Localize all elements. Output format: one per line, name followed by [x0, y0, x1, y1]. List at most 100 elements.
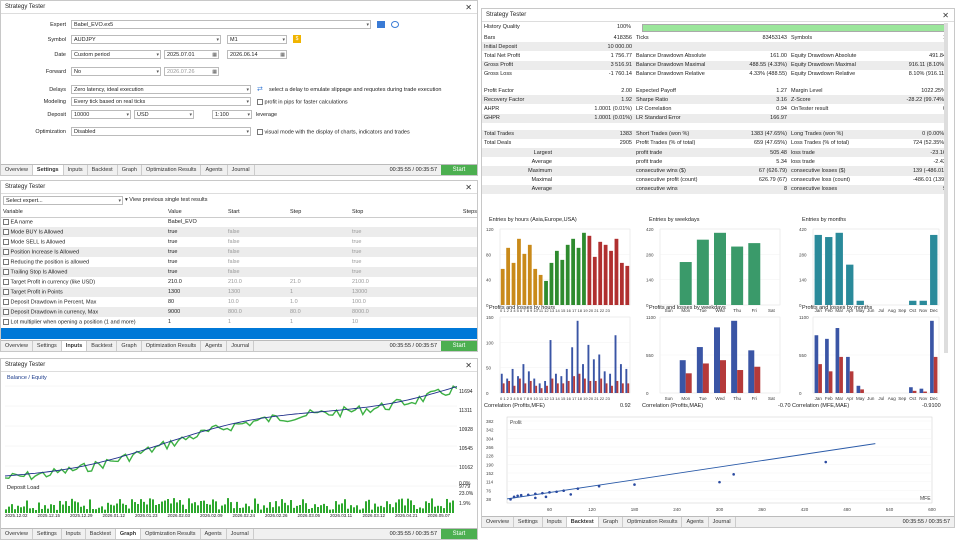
symbol-select[interactable]: AUDJPY ▾ — [71, 35, 221, 44]
tab-agents[interactable]: Agents — [201, 529, 227, 539]
view-previous-results[interactable]: ▾ View previous single test results — [125, 197, 207, 203]
tab-graph[interactable]: Graph — [118, 165, 142, 175]
tab-settings[interactable]: Settings — [514, 517, 543, 527]
table-row[interactable]: EA name Babel_EVO — [1, 217, 477, 227]
table-row[interactable]: Mode SELL Is Allowed true false true — [1, 237, 477, 247]
select-expert-dropdown[interactable]: Select expert... ▾ — [3, 196, 123, 205]
param-checkbox[interactable] — [3, 248, 9, 255]
tab-backtest[interactable]: Backtest — [88, 165, 118, 175]
param-checkbox[interactable] — [3, 308, 9, 315]
column-header[interactable]: Step — [288, 207, 350, 218]
tab-settings[interactable]: Settings — [33, 341, 62, 351]
tab-inputs[interactable]: Inputs — [62, 529, 86, 539]
table-row[interactable]: Mode BUY Is Allowed true false true — [1, 227, 477, 237]
close-icon[interactable]: ✕ — [942, 9, 949, 22]
start-button[interactable]: Start — [441, 341, 477, 351]
table-row[interactable]: Target Profit in currency (like USD) 210.… — [1, 277, 477, 287]
param-checkbox[interactable] — [3, 228, 9, 235]
tab-inputs[interactable]: Inputs — [61, 341, 88, 351]
refresh-icon[interactable]: ⇄ — [257, 85, 265, 93]
tab-agents[interactable]: Agents — [682, 517, 709, 527]
load-bar — [173, 498, 175, 513]
tab-overview[interactable]: Overview — [1, 529, 33, 539]
tab-overview[interactable]: Overview — [1, 165, 33, 175]
table-cell — [455, 317, 477, 327]
calendar-icon[interactable]: ▦ — [212, 51, 217, 58]
load-bar — [365, 501, 367, 513]
tab-backtest[interactable]: Backtest — [86, 529, 116, 539]
table-row[interactable]: Position Increase Is Allowed true false tru… — [1, 247, 477, 257]
bar — [625, 265, 630, 305]
column-header[interactable]: Variable — [1, 207, 166, 218]
forward-select[interactable]: No ▾ — [71, 67, 161, 76]
column-header[interactable]: Value — [166, 207, 226, 218]
scrollbar[interactable] — [944, 23, 948, 353]
table-row[interactable]: Trailing Stop Is Allowed true false true — [1, 267, 477, 277]
table-row[interactable]: Reducing the position is allowed true fals… — [1, 257, 477, 267]
date-from-field[interactable]: 2025.07.01 ▦ — [164, 50, 219, 59]
column-header[interactable]: Stop — [350, 207, 455, 218]
close-icon[interactable]: ✕ — [465, 359, 472, 372]
param-checkbox[interactable] — [3, 278, 9, 285]
tab-optimization-results[interactable]: Optimization Results — [142, 165, 202, 175]
tab-overview[interactable]: Overview — [482, 517, 514, 527]
table-row[interactable]: Deposit Drawdown in currency, Max 9000 800… — [1, 307, 477, 317]
tab-optimization-results[interactable]: Optimization Results — [141, 529, 201, 539]
close-icon[interactable]: ✕ — [465, 181, 472, 194]
forward-date-field[interactable]: 2026.07.26 ▦ — [164, 67, 219, 76]
date-to-field[interactable]: 2026.06.14 ▦ — [227, 50, 287, 59]
stats-cell: Total Net Profit — [484, 52, 521, 59]
calendar-icon[interactable]: ▦ — [212, 68, 217, 75]
delays-select[interactable]: Zero latency, ideal execution ▾ — [71, 85, 251, 94]
tab-graph[interactable]: Graph — [115, 529, 142, 539]
param-checkbox[interactable] — [3, 298, 9, 305]
column-header[interactable]: Steps — [455, 207, 477, 218]
stats-cell: 0.94 — [776, 105, 787, 112]
tab-backtest[interactable]: Backtest — [566, 517, 599, 527]
edit-expert-icon[interactable] — [377, 21, 385, 28]
tab-optimization-results[interactable]: Optimization Results — [142, 341, 202, 351]
date-mode-select[interactable]: Custom period ▾ — [71, 50, 161, 59]
tab-graph[interactable]: Graph — [117, 341, 142, 351]
tab-journal[interactable]: Journal — [228, 165, 255, 175]
tab-optimization-results[interactable]: Optimization Results — [623, 517, 683, 527]
param-checkbox[interactable] — [3, 288, 9, 295]
param-checkbox[interactable] — [3, 219, 9, 226]
tab-graph[interactable]: Graph — [599, 517, 624, 527]
deposit-field[interactable]: 10000 ▾ — [71, 110, 131, 119]
selected-row[interactable] — [1, 328, 477, 339]
param-checkbox[interactable] — [3, 258, 9, 265]
tab-journal[interactable]: Journal — [227, 341, 255, 351]
visual-mode-checkbox[interactable] — [257, 129, 263, 135]
tab-backtest[interactable]: Backtest — [87, 341, 118, 351]
table-row[interactable]: Target Profit in Points 1300 1300 1 13000 — [1, 287, 477, 297]
symbol-info-icon[interactable]: $ — [293, 35, 301, 43]
tab-inputs[interactable]: Inputs — [64, 165, 88, 175]
tab-journal[interactable]: Journal — [227, 529, 254, 539]
column-header[interactable]: Start — [226, 207, 288, 218]
tab-journal[interactable]: Journal — [709, 517, 736, 527]
tab-settings[interactable]: Settings — [32, 165, 64, 175]
expert-select[interactable]: Babel_EVO.ex5 ▾ — [71, 20, 371, 29]
tab-agents[interactable]: Agents — [201, 165, 228, 175]
pips-checkbox[interactable] — [257, 99, 263, 105]
start-button[interactable]: Start — [441, 165, 477, 175]
optimization-select[interactable]: Disabled ▾ — [71, 127, 251, 136]
calendar-icon[interactable]: ▦ — [280, 51, 285, 58]
gear-icon[interactable] — [391, 21, 399, 28]
tab-overview[interactable]: Overview — [1, 341, 33, 351]
table-row[interactable]: Lot multiplier when opening a position (… — [1, 317, 477, 327]
tab-settings[interactable]: Settings — [33, 529, 62, 539]
param-checkbox[interactable] — [3, 238, 9, 245]
table-row[interactable]: Deposit Drawdown in Percent, Max 80 10.0 1.… — [1, 297, 477, 307]
leverage-select[interactable]: 1:100 ▾ — [212, 110, 252, 119]
period-select[interactable]: M1 ▾ — [227, 35, 287, 44]
param-checkbox[interactable] — [3, 268, 9, 275]
start-button[interactable]: Start — [441, 529, 477, 539]
param-checkbox[interactable] — [3, 318, 9, 325]
tab-agents[interactable]: Agents — [201, 341, 228, 351]
close-icon[interactable]: ✕ — [465, 1, 472, 14]
tab-inputs[interactable]: Inputs — [543, 517, 567, 527]
modeling-select[interactable]: Every tick based on real ticks ▾ — [71, 97, 251, 106]
currency-select[interactable]: USD ▾ — [134, 110, 194, 119]
